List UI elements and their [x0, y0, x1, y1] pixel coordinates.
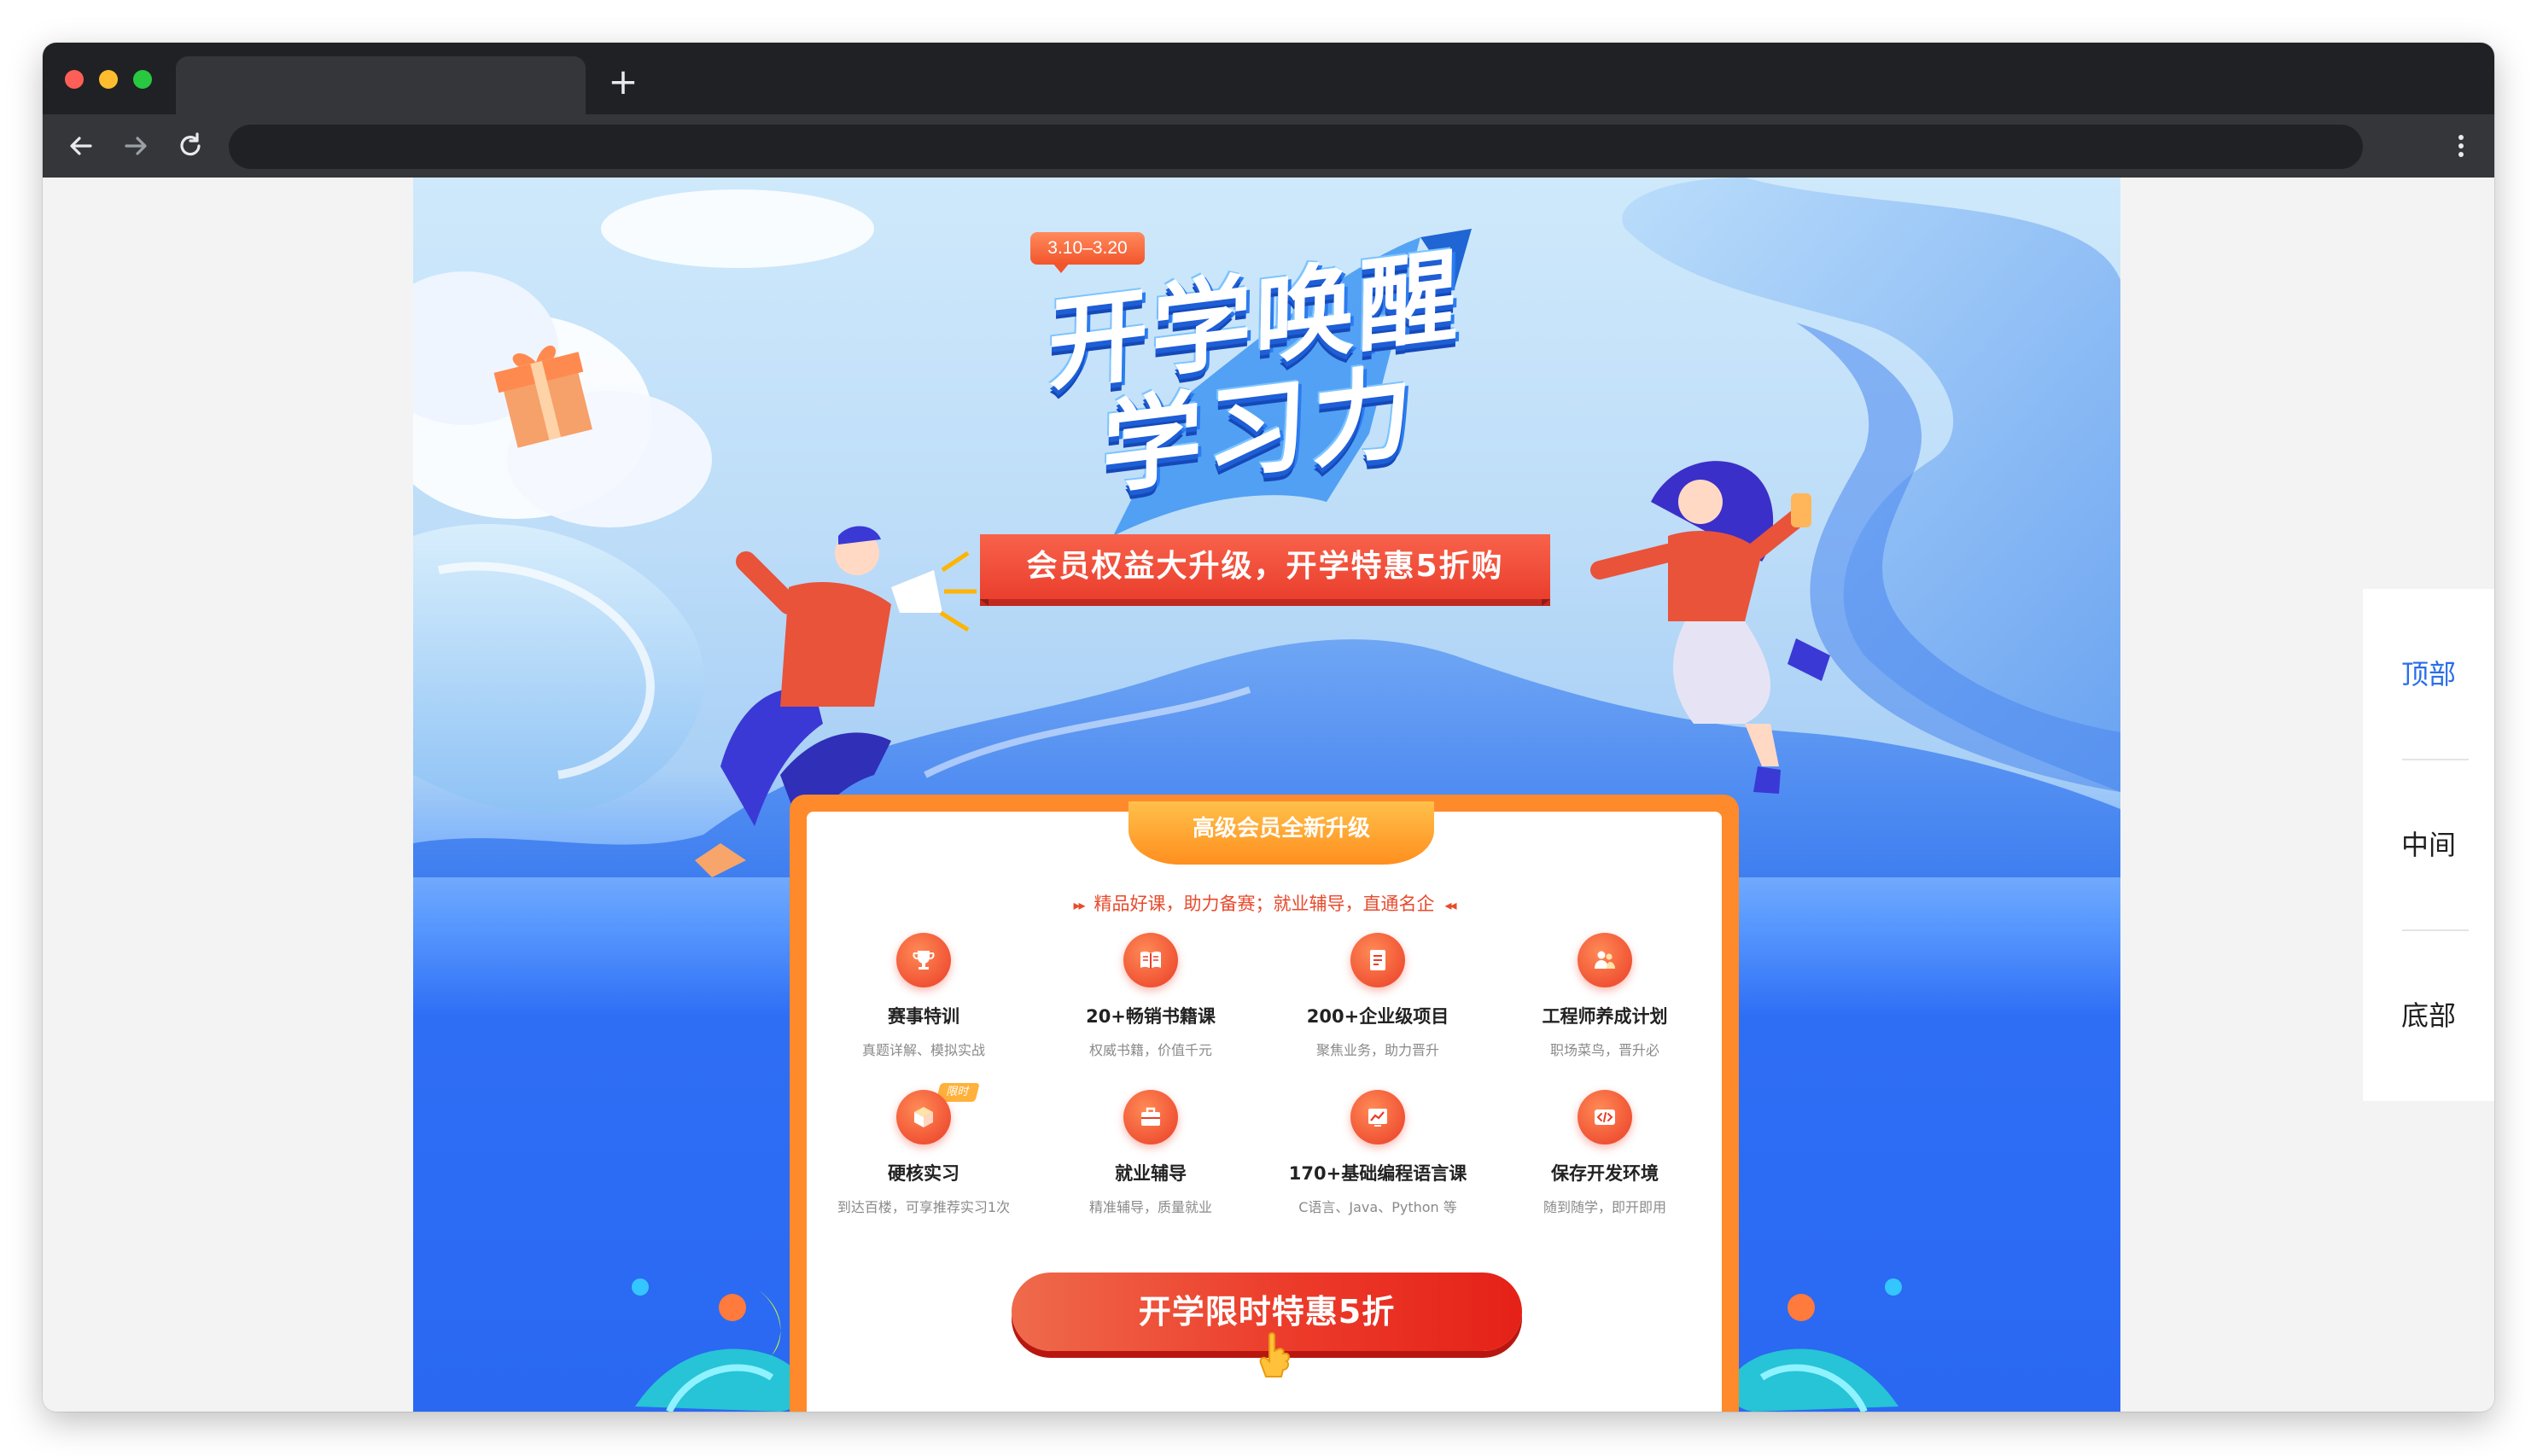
feature-title: 就业辅导: [1115, 1163, 1187, 1184]
reload-icon: [180, 132, 201, 156]
reload-button[interactable]: [171, 126, 210, 166]
feature-title: 200+企业级项目: [1306, 1006, 1449, 1027]
more-vertical-icon: [2458, 135, 2464, 157]
hero-title: 开学唤醒 学习力: [1044, 232, 1524, 574]
discount-cta-button[interactable]: 开学限时特惠5折: [1012, 1273, 1522, 1377]
new-tab-button[interactable]: +: [603, 61, 644, 102]
date-badge: 3.10–3.20: [1030, 232, 1145, 273]
forward-button[interactable]: [116, 126, 155, 166]
side-anchor-nav: 顶部 中间 底部: [2363, 589, 2494, 1101]
briefcase-icon: [1123, 1090, 1178, 1144]
feature-desc: 权威书籍，价值千元: [1088, 1042, 1212, 1058]
left-splash-decoration: [632, 1278, 805, 1412]
feature-desc: 真题详解、模拟实战: [861, 1042, 985, 1058]
side-nav-bottom[interactable]: 底部: [2363, 930, 2494, 1101]
browser-tab[interactable]: [176, 56, 586, 114]
box-icon: [896, 1090, 951, 1144]
feature-item[interactable]: 限时 硬核实习 到达百楼，可享推荐实习1次: [810, 1083, 1037, 1247]
pointer-hand-icon: [1259, 1332, 1290, 1377]
feature-item[interactable]: 就业辅导 精准辅导，质量就业: [1037, 1090, 1264, 1247]
feature-item[interactable]: 170+基础编程语言课 C语言、Java、Python 等: [1264, 1090, 1491, 1247]
browser-window: + 3.10–3.20 开学唤醒 学习力 会员权益大升级，开学特惠5折购 高级会…: [43, 43, 2494, 1412]
feature-desc: 职场菜鸟，晋升必: [1549, 1042, 1659, 1058]
feature-item[interactable]: 工程师养成计划 职场菜鸟，晋升必: [1491, 933, 1718, 1090]
feature-desc: C语言、Java、Python 等: [1298, 1199, 1457, 1215]
card-tagline-text: 精品好课，助力备赛；就业辅导，直通名企: [1094, 894, 1435, 914]
chart-icon: [1350, 1090, 1405, 1144]
back-arrow-icon: [70, 137, 92, 155]
close-window-button[interactable]: [65, 70, 84, 89]
feature-title: 赛事特训: [888, 1006, 959, 1027]
feature-item[interactable]: 赛事特训 真题详解、模拟实战: [810, 933, 1037, 1090]
back-button[interactable]: [61, 126, 101, 166]
feature-item[interactable]: 20+畅销书籍课 权威书籍，价值千元: [1037, 933, 1264, 1090]
forward-arrow-icon: [125, 137, 147, 155]
feature-item[interactable]: 保存开发环境 随到随学，即开即用: [1491, 1090, 1718, 1247]
feature-title: 保存开发环境: [1551, 1163, 1659, 1184]
arrow-left-icon: ◂◂: [1444, 897, 1457, 913]
feature-desc: 随到随学，即开即用: [1543, 1199, 1666, 1215]
minimize-window-button[interactable]: [99, 70, 118, 89]
feature-desc: 聚焦业务，助力晋升: [1315, 1042, 1439, 1058]
feature-grid: 赛事特训 真题详解、模拟实战 20+畅销书籍课 权威书籍，价值千元 200+企业…: [810, 933, 1718, 1247]
trophy-icon: [896, 933, 951, 987]
card-tagline: ▸▸ 精品好课，助力备赛；就业辅导，直通名企 ◂◂: [807, 890, 1722, 916]
membership-card-body: 高级会员全新升级 ▸▸ 精品好课，助力备赛；就业辅导，直通名企 ◂◂ 赛事特训 真题…: [807, 801, 1722, 1412]
cta-label: 开学限时特惠5折: [1138, 1293, 1396, 1331]
browser-menu-button[interactable]: [2441, 126, 2481, 166]
side-nav-top[interactable]: 顶部: [2363, 589, 2494, 760]
promo-ribbon: 会员权益大升级，开学特惠5折购: [980, 534, 1550, 606]
feature-title: 工程师养成计划: [1542, 1006, 1668, 1027]
people-icon: [1578, 933, 1632, 987]
book-icon: [1123, 933, 1178, 987]
feature-title: 20+畅销书籍课: [1086, 1006, 1216, 1027]
browser-toolbar: [43, 114, 2494, 178]
document-icon: [1350, 933, 1405, 987]
maximize-window-button[interactable]: [133, 70, 152, 89]
promo-page: 3.10–3.20 开学唤醒 学习力 会员权益大升级，开学特惠5折购 高级会员全…: [413, 178, 2120, 1412]
feature-desc: 精准辅导，质量就业: [1088, 1199, 1212, 1215]
code-icon: [1578, 1090, 1632, 1144]
card-header-tab: 高级会员全新升级: [1129, 801, 1434, 865]
right-splash-decoration: [1729, 1278, 1902, 1412]
membership-card: 高级会员全新升级 ▸▸ 精品好课，助力备赛；就业辅导，直通名企 ◂◂ 赛事特训 真题…: [790, 795, 1739, 1412]
arrow-right-icon: ▸▸: [1073, 897, 1085, 913]
feature-title: 硬核实习: [888, 1163, 959, 1184]
feature-title: 170+基础编程语言课: [1288, 1163, 1467, 1184]
cloud-shape: [601, 189, 874, 268]
side-nav-middle[interactable]: 中间: [2363, 760, 2494, 930]
feature-desc: 到达百楼，可享推荐实习1次: [837, 1199, 1011, 1215]
page-viewport: 3.10–3.20 开学唤醒 学习力 会员权益大升级，开学特惠5折购 高级会员全…: [43, 178, 2494, 1412]
tab-strip: +: [43, 43, 2494, 114]
feature-item[interactable]: 200+企业级项目 聚焦业务，助力晋升: [1264, 933, 1491, 1090]
address-bar[interactable]: [229, 125, 2363, 169]
